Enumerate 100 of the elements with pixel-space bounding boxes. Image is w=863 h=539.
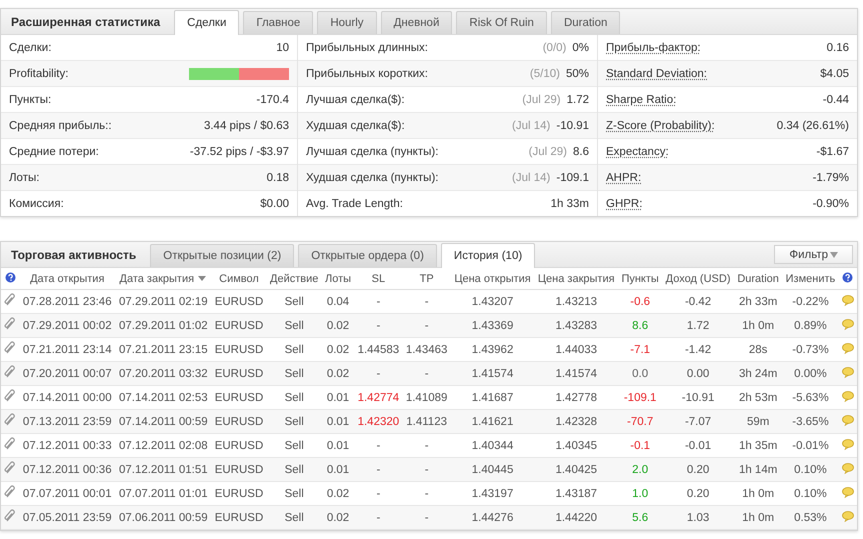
comment-icon[interactable] (842, 318, 854, 330)
stat-label: Sharpe Ratio: (606, 94, 678, 106)
table-cell: - (354, 362, 403, 386)
table-cell: 0.02 (322, 338, 354, 362)
table-cell: Sell (266, 482, 322, 506)
table-cell: 0.0 (618, 362, 662, 386)
table-cell: 1h 0m (734, 506, 782, 530)
table-cell: 07.20.2011 00:07 (19, 362, 116, 386)
table-cell: 1.44220 (534, 506, 618, 530)
table-cell: 28s (734, 338, 782, 362)
stat-label: Лоты: (9, 172, 40, 184)
table-cell: 0.02 (322, 362, 354, 386)
table-cell: EURUSD (211, 410, 267, 434)
stat-value: 0.18 (266, 172, 289, 184)
table-cell: 1.41687 (450, 386, 534, 410)
comment-icon[interactable] (842, 486, 854, 498)
stat-value: 3.44 pips / $0.63 (204, 120, 289, 132)
table-cell: 1.41089 (402, 386, 451, 410)
table-cell: -0.1 (618, 434, 662, 458)
tab[interactable]: Дневной (380, 11, 452, 34)
tab[interactable]: Сделки (174, 10, 240, 35)
table-cell: -0.42 (662, 290, 734, 314)
paperclip-icon[interactable] (4, 509, 16, 523)
stat-label: Средняя прибыль:: (9, 120, 113, 132)
table-cell: Sell (266, 314, 322, 338)
table-cell: - (354, 290, 403, 314)
stat-label: Avg. Trade Length: (306, 198, 404, 210)
comment-icon[interactable] (842, 366, 854, 378)
stat-label: Лучшая сделка (пункты): (306, 146, 440, 158)
paperclip-icon[interactable] (4, 317, 16, 331)
table-cell: -0.01 (662, 434, 734, 458)
table-cell: 59m (734, 410, 782, 434)
help-icon[interactable] (842, 272, 854, 282)
table-cell: 1.43207 (450, 290, 534, 314)
stat-label: AHPR: (606, 172, 642, 184)
comment-icon[interactable] (842, 294, 854, 306)
tab[interactable]: Главное (243, 11, 314, 34)
paperclip-icon[interactable] (4, 485, 16, 499)
table-cell: 1.44276 (450, 506, 534, 530)
stat-value: $0.00 (260, 198, 289, 210)
comment-icon[interactable] (842, 390, 854, 402)
table-cell: 1.03 (662, 506, 734, 530)
table-cell: -0.22% (782, 290, 839, 314)
table-cell: -109.1 (618, 386, 662, 410)
table-cell: 1h 14m (734, 458, 782, 482)
stat-value: 10 (276, 42, 289, 54)
table-cell: - (354, 506, 403, 530)
table-cell: -0.01% (782, 434, 839, 458)
paperclip-icon[interactable] (4, 413, 16, 427)
comment-icon[interactable] (842, 510, 854, 522)
tab[interactable]: Duration (550, 11, 620, 34)
table-cell: 07.07.2011 00:01 (19, 482, 116, 506)
table-cell: EURUSD (211, 434, 267, 458)
table-cell: Sell (266, 410, 322, 434)
comment-icon[interactable] (842, 414, 854, 426)
comment-icon[interactable] (842, 342, 854, 354)
filter-button[interactable]: Фильтр (774, 245, 853, 264)
comment-icon[interactable] (842, 438, 854, 450)
stat-label: Средние потери: (9, 146, 100, 158)
table-cell: 0.10% (782, 458, 839, 482)
table-cell: 0.00 (662, 362, 734, 386)
tab[interactable]: Hourly (317, 11, 377, 34)
table-cell: 1.43369 (450, 314, 534, 338)
tab[interactable]: История (10) (440, 243, 536, 268)
table-cell: 2h 53m (734, 386, 782, 410)
comment-icon[interactable] (842, 462, 854, 474)
stat-value: 0.34 (26.61%) (776, 120, 849, 132)
tab[interactable]: Открытые позиции (2) (150, 244, 294, 267)
stat-note: (0/0) (542, 42, 566, 54)
stat-note: (Jul 29) (528, 146, 567, 158)
table-cell: 0.04 (322, 290, 354, 314)
table-cell: - (402, 506, 451, 530)
table-cell: - (354, 458, 403, 482)
help-icon[interactable] (4, 272, 16, 282)
stat-label: Standard Deviation: (606, 68, 708, 80)
table-cell: EURUSD (211, 314, 267, 338)
table-cell: - (402, 434, 451, 458)
paperclip-icon[interactable] (4, 437, 16, 451)
stat-value: -109.1 (556, 172, 589, 184)
paperclip-icon[interactable] (4, 293, 16, 307)
table-cell: -10.91 (662, 386, 734, 410)
paperclip-icon[interactable] (4, 389, 16, 403)
table-cell: 1h 35m (734, 434, 782, 458)
table-cell: 07.14.2011 02:53 (115, 386, 212, 410)
table-cell: -1.42 (662, 338, 734, 362)
paperclip-icon[interactable] (4, 341, 16, 355)
tab[interactable]: Risk Of Ruin (456, 11, 547, 34)
table-cell: EURUSD (211, 482, 267, 506)
table-cell: 3h 24m (734, 362, 782, 386)
stat-value: -0.90% (812, 198, 849, 210)
table-cell: 1.40345 (534, 434, 618, 458)
table-cell: 07.12.2011 00:36 (19, 458, 116, 482)
paperclip-icon[interactable] (4, 365, 16, 379)
table-cell: 0.01 (322, 410, 354, 434)
paperclip-icon[interactable] (4, 461, 16, 475)
tab[interactable]: Открытые ордера (0) (298, 244, 437, 267)
table-cell: 1.41574 (450, 362, 534, 386)
table-cell: 07.14.2011 00:59 (115, 410, 212, 434)
table-cell: 0.20 (662, 482, 734, 506)
table-cell: 2.0 (618, 458, 662, 482)
